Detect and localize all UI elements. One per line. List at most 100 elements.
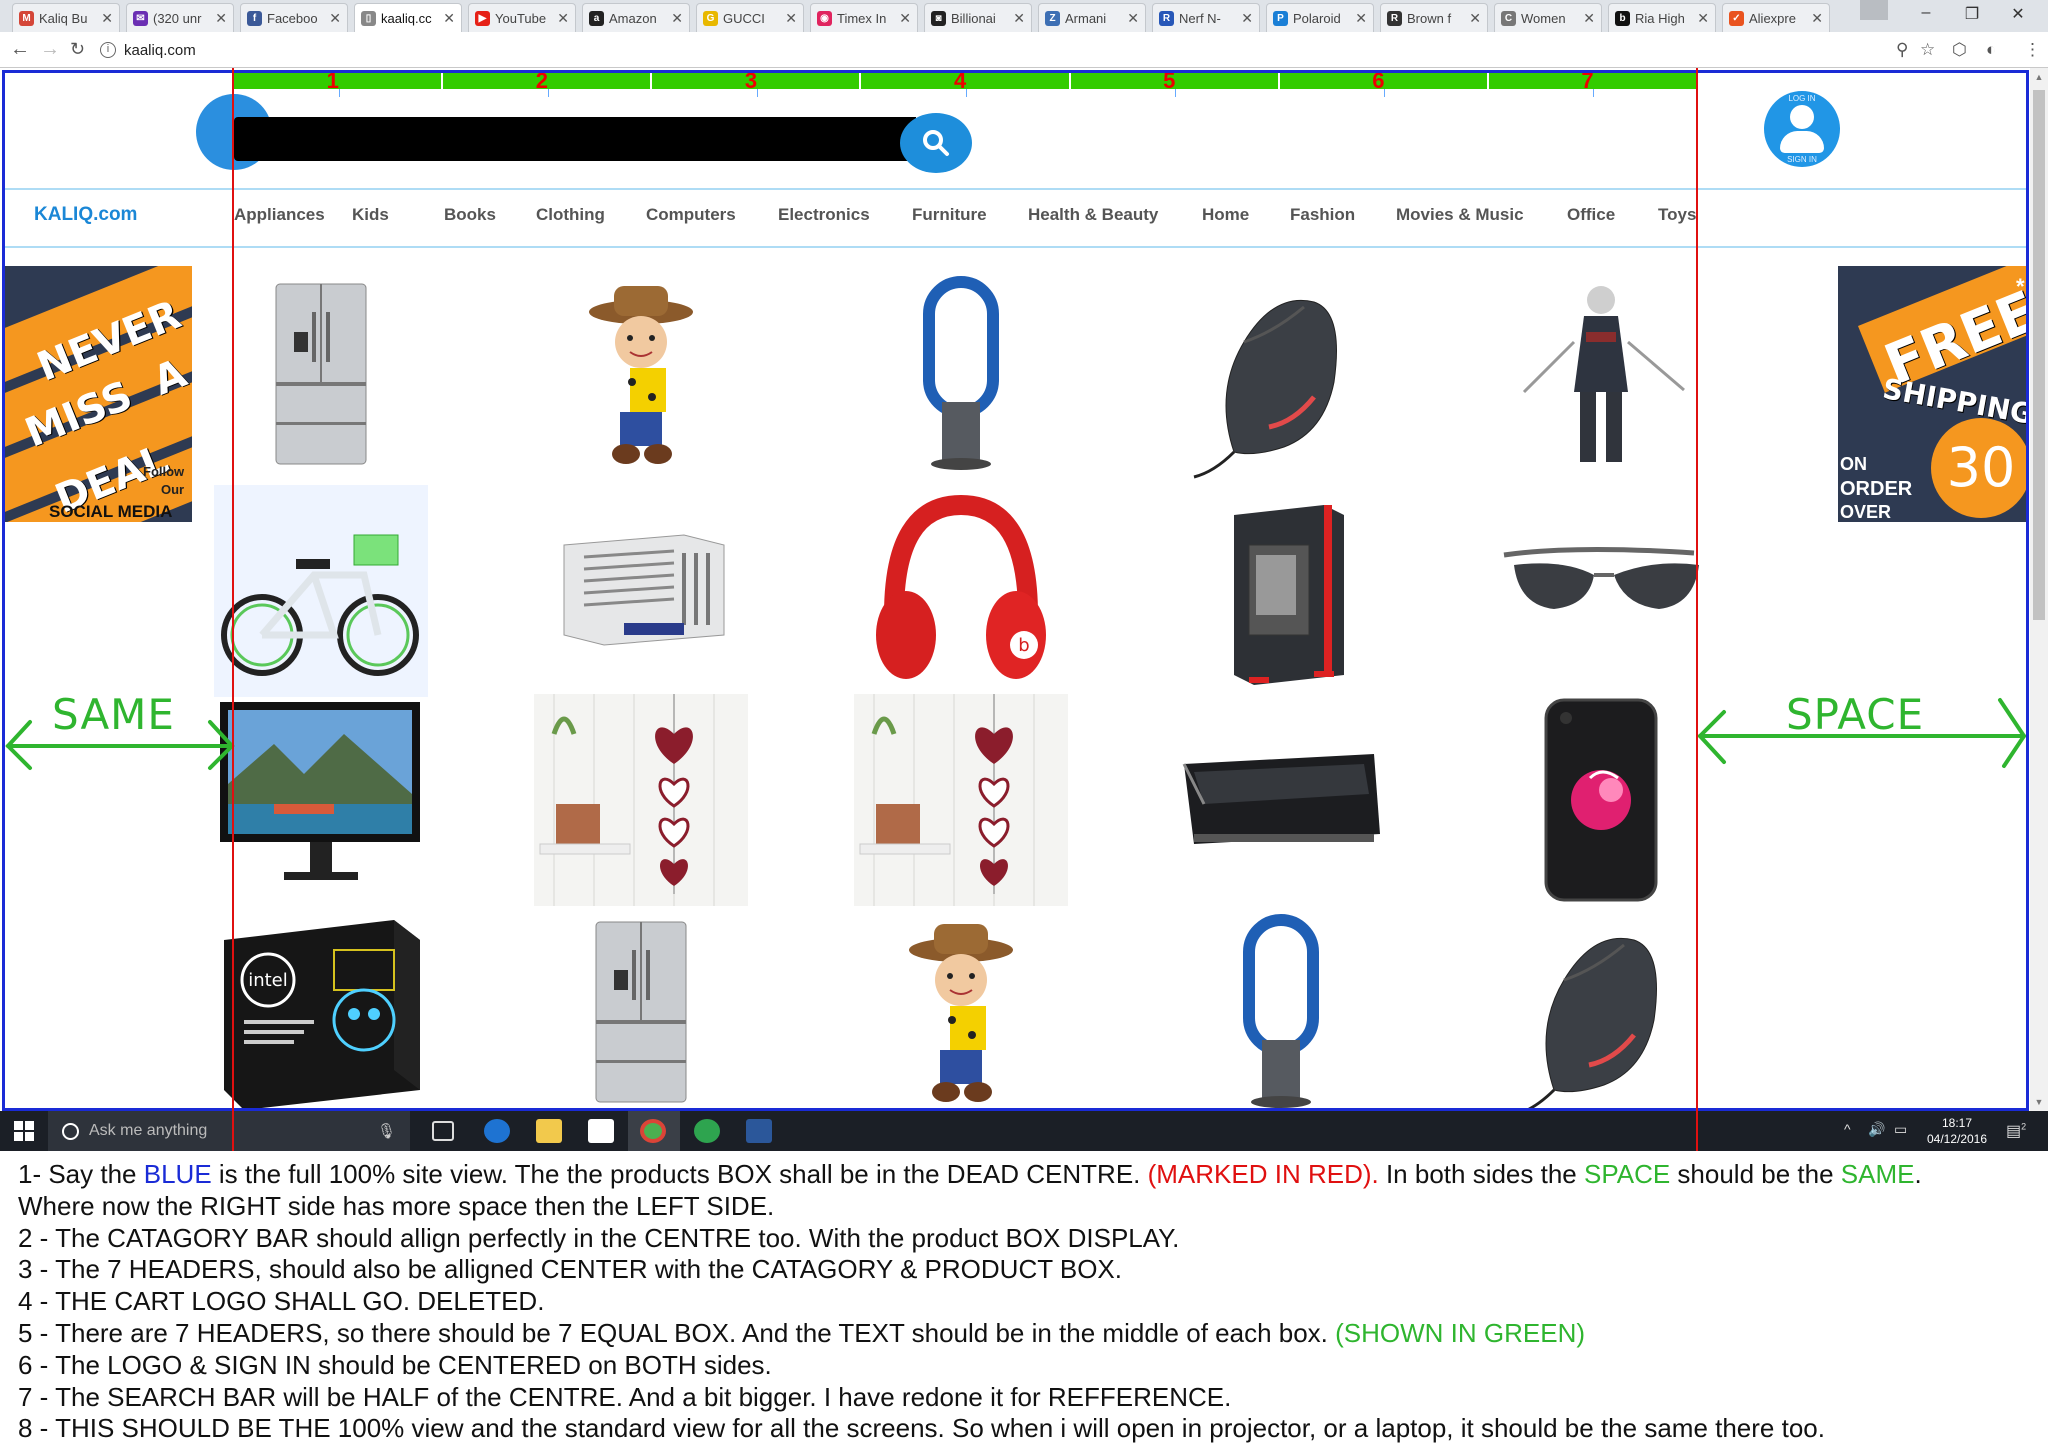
category-link[interactable]: Books	[444, 205, 496, 225]
tab-close-icon[interactable]: ✕	[785, 10, 797, 27]
page-scrollbar[interactable]: ▲ ▼	[2030, 68, 2048, 1111]
tab-close-icon[interactable]: ✕	[1355, 10, 1367, 27]
volume-icon[interactable]: 🔊	[1868, 1121, 1885, 1138]
browser-tab[interactable]: f Faceboo ✕	[240, 3, 348, 32]
search-input[interactable]	[234, 117, 916, 161]
store-icon[interactable]	[588, 1119, 614, 1143]
profile-tab[interactable]	[1860, 0, 1888, 20]
app-green-icon[interactable]	[694, 1119, 720, 1143]
restore-icon[interactable]: ❐	[1950, 4, 1994, 24]
right-promo-banner[interactable]: FREE SHIPPING * ON ORDER OVER 30	[1838, 266, 2028, 522]
chrome-menu-icon[interactable]: ⋮	[2024, 40, 2041, 60]
browser-tab[interactable]: ▶ YouTube ✕	[468, 3, 576, 32]
browser-tab[interactable]: R Nerf N- ✕	[1152, 3, 1260, 32]
product-assassin-figure[interactable]	[1494, 272, 1708, 484]
product-woody-toy[interactable]	[534, 272, 748, 484]
windows-start-icon[interactable]	[14, 1121, 34, 1141]
product-fridge[interactable]	[214, 272, 428, 484]
browser-tab[interactable]: M Kaliq Bu ✕	[12, 3, 120, 32]
extension-incognito-icon[interactable]: ◐	[1986, 40, 1996, 60]
product-vertical-mouse[interactable]	[1174, 272, 1388, 484]
scroll-up-icon[interactable]: ▲	[2030, 68, 2048, 86]
category-link[interactable]: Office	[1567, 205, 1615, 225]
extension-icon[interactable]: ⬡	[1952, 40, 1967, 60]
pin-icon[interactable]: ⚲	[1896, 40, 1908, 60]
tab-close-icon[interactable]: ✕	[1241, 10, 1253, 27]
product-heart-decor[interactable]	[854, 694, 1068, 906]
browser-tab[interactable]: b Ria High ✕	[1608, 3, 1716, 32]
edge-browser-icon[interactable]	[484, 1119, 510, 1143]
site-info-icon[interactable]: i	[100, 42, 116, 58]
chrome-icon[interactable]	[640, 1119, 666, 1143]
search-button[interactable]	[900, 113, 972, 173]
tab-close-icon[interactable]: ✕	[1811, 10, 1823, 27]
back-icon[interactable]: ←	[10, 38, 30, 61]
product-heart-decor[interactable]	[534, 694, 748, 906]
category-link[interactable]: Health & Beauty	[1028, 205, 1158, 225]
minimize-icon[interactable]: –	[1904, 4, 1948, 22]
close-window-icon[interactable]: ✕	[1996, 4, 2040, 24]
product-dyson-fan[interactable]	[854, 272, 1068, 484]
category-link[interactable]: Toys	[1658, 205, 1696, 225]
category-link[interactable]: Computers	[646, 205, 736, 225]
product-kids-bike[interactable]	[214, 485, 428, 697]
product-red-headphones[interactable]: b	[854, 485, 1068, 697]
product-woody-toy[interactable]	[854, 910, 1068, 1122]
file-explorer-icon[interactable]	[536, 1119, 562, 1143]
word-icon[interactable]	[746, 1119, 772, 1143]
scroll-thumb[interactable]	[2033, 90, 2045, 620]
product-intel-board[interactable]: intel	[214, 910, 428, 1122]
product-vertical-mouse[interactable]	[1494, 910, 1708, 1122]
bookmark-star-icon[interactable]: ☆	[1920, 40, 1935, 60]
browser-tab[interactable]: C Women ✕	[1494, 3, 1602, 32]
url-field[interactable]: i kaaliq.com	[100, 37, 1880, 63]
browser-tab[interactable]: ▯ kaaliq.cc ✕	[354, 3, 462, 32]
product-pc-case[interactable]	[1174, 485, 1388, 697]
tab-close-icon[interactable]: ✕	[215, 10, 227, 27]
product-dyson-fan[interactable]	[1174, 910, 1388, 1122]
tab-close-icon[interactable]: ✕	[1127, 10, 1139, 27]
forward-icon[interactable]: →	[40, 38, 60, 61]
cortana-search-field[interactable]: Ask me anything 🎙	[48, 1111, 410, 1151]
category-link[interactable]: Fashion	[1290, 205, 1355, 225]
tab-close-icon[interactable]: ✕	[329, 10, 341, 27]
action-center-icon[interactable]: ▤2	[2006, 1121, 2026, 1141]
browser-tab[interactable]: ◙ Billionai ✕	[924, 3, 1032, 32]
browser-tab[interactable]: a Amazon ✕	[582, 3, 690, 32]
reload-icon[interactable]: ↻	[70, 39, 85, 60]
product-sunglasses[interactable]	[1494, 485, 1708, 697]
product-iphone[interactable]	[1494, 694, 1708, 906]
product-fridge[interactable]	[534, 910, 748, 1122]
category-link[interactable]: Furniture	[912, 205, 987, 225]
task-view-icon[interactable]	[432, 1121, 454, 1141]
tab-close-icon[interactable]: ✕	[443, 10, 455, 27]
browser-tab[interactable]: R Brown f ✕	[1380, 3, 1488, 32]
tab-close-icon[interactable]: ✕	[1697, 10, 1709, 27]
browser-tab[interactable]: Z Armani ✕	[1038, 3, 1146, 32]
category-link[interactable]: Clothing	[536, 205, 605, 225]
category-link[interactable]: Appliances	[234, 205, 325, 225]
sign-in-button[interactable]: LOG IN SIGN IN	[1764, 91, 1840, 167]
tab-close-icon[interactable]: ✕	[899, 10, 911, 27]
category-link[interactable]: Electronics	[778, 205, 870, 225]
category-link[interactable]: Home	[1202, 205, 1249, 225]
system-clock[interactable]: 18:17 04/12/2016	[1922, 1115, 1992, 1147]
browser-tab[interactable]: ✓ Aliexpre ✕	[1722, 3, 1830, 32]
product-monitor[interactable]	[214, 694, 428, 906]
browser-tab[interactable]: ✉ (320 unr ✕	[126, 3, 234, 32]
site-name-link[interactable]: KALIQ.com	[34, 204, 137, 226]
product-window-ac[interactable]	[534, 485, 748, 697]
browser-tab[interactable]: G GUCCI ✕	[696, 3, 804, 32]
category-link[interactable]: Kids	[352, 205, 389, 225]
tab-close-icon[interactable]: ✕	[1469, 10, 1481, 27]
tab-close-icon[interactable]: ✕	[1583, 10, 1595, 27]
browser-tab[interactable]: P Polaroid ✕	[1266, 3, 1374, 32]
tab-close-icon[interactable]: ✕	[1013, 10, 1025, 27]
tab-close-icon[interactable]: ✕	[557, 10, 569, 27]
tab-close-icon[interactable]: ✕	[671, 10, 683, 27]
network-icon[interactable]: ▭	[1894, 1121, 1907, 1138]
tray-chevron-icon[interactable]: ^	[1844, 1121, 1851, 1137]
microphone-icon[interactable]: 🎙	[377, 1122, 396, 1140]
category-link[interactable]: Movies & Music	[1396, 205, 1524, 225]
browser-tab[interactable]: ◉ Timex In ✕	[810, 3, 918, 32]
